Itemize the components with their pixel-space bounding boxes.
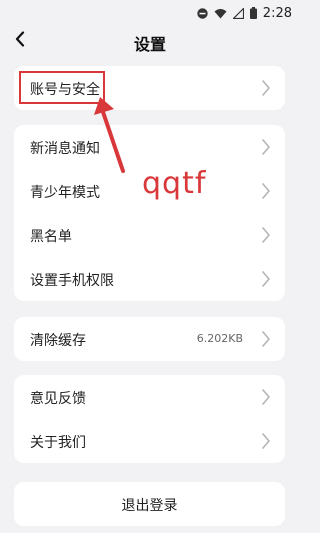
chevron-right-icon <box>262 389 270 405</box>
page-title: 设置 <box>133 35 166 54</box>
cache-size: 6.202KB <box>196 332 243 345</box>
row-label: 关于我们 <box>30 435 86 451</box>
nav-header: 设置 <box>0 24 300 58</box>
privacy-group: 新消息通知 青少年模式 黑名单 设置手机权限 <box>14 125 285 301</box>
chevron-right-icon <box>262 139 270 155</box>
row-label: 设置手机权限 <box>30 273 114 289</box>
chevron-right-icon <box>262 80 270 96</box>
annotation-text: qqtf <box>142 166 207 201</box>
row-label: 青少年模式 <box>30 185 100 201</box>
signal-icon <box>231 4 244 23</box>
settings-row-blacklist[interactable]: 黑名单 <box>14 213 285 257</box>
battery-icon <box>249 4 257 23</box>
status-icons: 2:28 <box>197 4 292 23</box>
settings-row-phone-permissions[interactable]: 设置手机权限 <box>14 257 285 301</box>
cache-group: 清除缓存 6.202KB <box>14 317 285 361</box>
status-time: 2:28 <box>262 6 292 21</box>
status-bar: 2:28 <box>0 0 300 24</box>
settings-row-about-us[interactable]: 关于我们 <box>14 419 285 463</box>
settings-row-clear-cache[interactable]: 清除缓存 6.202KB <box>14 317 285 361</box>
row-label: 黑名单 <box>30 229 72 245</box>
chevron-right-icon <box>262 227 270 243</box>
logout-button[interactable]: 退出登录 <box>14 482 285 526</box>
row-label: 意见反馈 <box>30 391 86 407</box>
annotation-arrow-icon <box>94 97 125 173</box>
row-label: 清除缓存 <box>30 333 86 349</box>
about-group: 意见反馈 关于我们 <box>14 375 285 463</box>
chevron-right-icon <box>262 271 270 287</box>
wifi-icon <box>214 4 227 23</box>
settings-row-notifications[interactable]: 新消息通知 <box>14 125 285 169</box>
chevron-right-icon <box>262 433 270 449</box>
do-not-disturb-icon <box>197 4 208 23</box>
logout-label: 退出登录 <box>121 498 178 514</box>
chevron-right-icon <box>262 183 270 199</box>
settings-row-feedback[interactable]: 意见反馈 <box>14 375 285 419</box>
chevron-right-icon <box>262 331 270 347</box>
